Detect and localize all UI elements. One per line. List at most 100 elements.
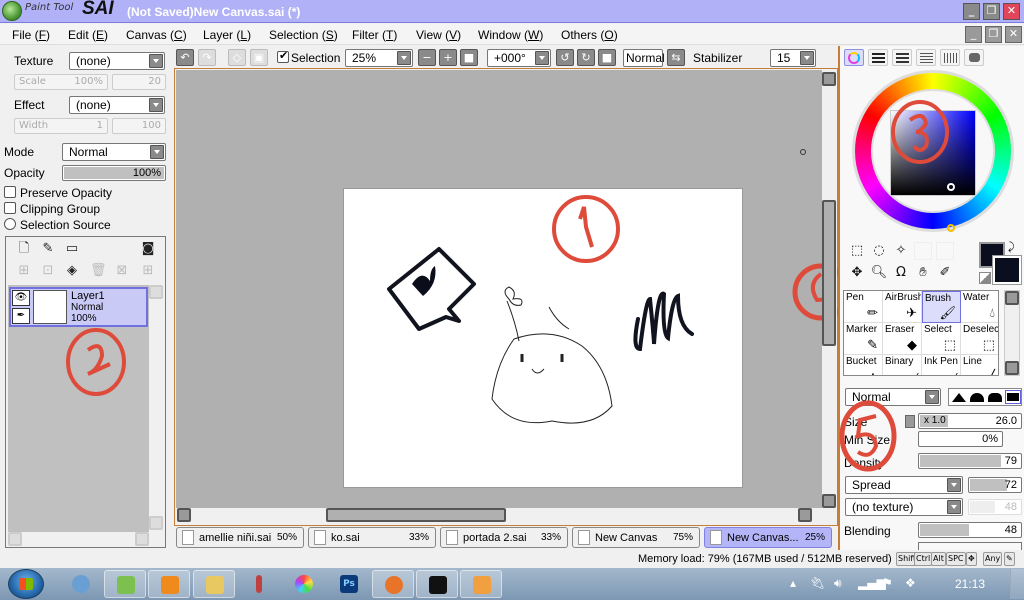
merge-visible-icon[interactable]: ⊞ [140, 263, 156, 279]
texture-strength-slider[interactable]: 48 [968, 499, 1022, 515]
show-hidden-icons[interactable]: ▴ [790, 576, 796, 590]
layer-mode-select[interactable]: Normal [62, 143, 166, 161]
brush-size-slider[interactable]: x 1.0 26.0 [918, 413, 1022, 429]
scroll-left-button[interactable] [8, 532, 22, 546]
tool-bucket[interactable]: Bucket◭ [844, 355, 883, 375]
scratchpad-tab[interactable] [964, 49, 984, 66]
dropbox-icon[interactable]: ❖ [905, 576, 916, 590]
clear-layer-icon[interactable]: ◈ [64, 263, 80, 279]
clock[interactable]: 21:13 [955, 577, 985, 591]
menu-others[interactable]: Others (O) [561, 28, 618, 42]
tool-brush[interactable]: Brush 🖌︎ [922, 291, 961, 323]
brush-shape-sharp-icon[interactable] [952, 393, 966, 402]
close-button[interactable]: ✕ [1003, 3, 1020, 20]
selection-source-radio[interactable] [4, 218, 16, 230]
brush-shape-soft-icon[interactable] [988, 393, 1002, 402]
horizontal-scroll-thumb[interactable] [326, 508, 506, 522]
canvas-horizontal-scrollbar[interactable] [176, 508, 822, 523]
minimize-button[interactable]: _ [963, 3, 980, 20]
menu-file[interactable]: File (F) [12, 28, 50, 42]
view-mode-select[interactable]: Normal [623, 49, 665, 67]
scroll-down-button[interactable] [1005, 361, 1019, 375]
sv-marker[interactable] [947, 183, 955, 191]
menu-canvas[interactable]: Canvas (C) [126, 28, 187, 42]
zoom-select[interactable]: 25% [345, 49, 413, 67]
brush-lock-icon[interactable]: ✒ [12, 308, 30, 324]
tool-marker[interactable]: Marker ✎ [844, 323, 883, 355]
deselect-button[interactable]: ◇ [228, 49, 246, 66]
tool-line[interactable]: Line╱ [961, 355, 998, 375]
swatches-tab[interactable] [940, 49, 960, 66]
magic-wand-icon[interactable]: ✧ [892, 242, 910, 260]
delete-layer-icon[interactable]: 🗑 [90, 263, 107, 279]
layer-opacity-slider[interactable]: 100% [62, 165, 166, 181]
brush-shape-selector[interactable] [948, 388, 1022, 406]
dilution-slider[interactable] [918, 542, 1022, 550]
flip-horizontal-button[interactable]: ⇆ [667, 49, 685, 66]
hsv-slider-tab[interactable] [892, 49, 912, 66]
tool-airbrush[interactable]: AirBrush ✈ [883, 291, 922, 323]
scroll-up-button[interactable] [1005, 291, 1019, 305]
tab-document[interactable]: New Canvas 75% [572, 527, 700, 548]
tool-eraser[interactable]: Eraser ◆ [883, 323, 922, 355]
action-center-icon[interactable]: ⚑ [882, 576, 893, 590]
tab-document[interactable]: ko.sai 33% [308, 527, 436, 548]
canvas-paper[interactable] [343, 188, 743, 488]
tool-ink-pen[interactable]: Ink Pen⁄ [922, 355, 961, 375]
vertical-scroll-thumb[interactable] [822, 200, 836, 346]
layer-vertical-scrollbar[interactable] [149, 285, 164, 530]
clipping-group-checkbox[interactable] [4, 202, 16, 214]
stabilizer-select[interactable]: 15 [770, 49, 816, 67]
density-slider[interactable]: 79 [918, 453, 1022, 469]
reset-colors-icon[interactable] [979, 272, 991, 284]
scroll-left-button[interactable] [177, 508, 191, 522]
tool-deselect[interactable]: Deselect ⬚ [961, 323, 998, 355]
doc-close-button[interactable]: ✕ [1005, 26, 1022, 43]
taskbar-color-app[interactable] [283, 570, 325, 598]
any-key-indicator[interactable]: Any [983, 552, 1003, 566]
brush-texture-select[interactable]: (no texture) [845, 498, 963, 516]
zoom-out-button[interactable]: − [418, 49, 436, 66]
tool-binary[interactable]: Binary⁄ [883, 355, 922, 375]
rgb-slider-tab[interactable] [868, 49, 888, 66]
taskbar-users-icon[interactable] [60, 570, 102, 598]
taskbar-chat-app[interactable] [416, 570, 458, 598]
new-folder-icon[interactable]: ▭ [64, 241, 80, 257]
brush-shape-flat-icon[interactable] [1005, 390, 1021, 404]
pen-pressure-icon[interactable]: ✎ [1004, 552, 1015, 566]
eye-icon[interactable]: 👁 [12, 290, 30, 306]
alt-key-indicator[interactable]: Alt [931, 552, 946, 566]
taskbar-paint-tool-sai[interactable] [104, 570, 146, 598]
menu-edit[interactable]: Edit (E) [68, 28, 108, 42]
hand-icon[interactable]: ✋︎ [914, 264, 932, 282]
copy-down-icon[interactable]: ⊞ [16, 263, 32, 279]
rotation-select[interactable]: +000° [487, 49, 551, 67]
scroll-up-button[interactable] [822, 72, 836, 86]
spread-slider[interactable]: 72 [968, 477, 1022, 493]
restore-button[interactable]: ❐ [983, 3, 1000, 20]
layer-item[interactable]: 👁 ✒ Layer1 Normal 100% [9, 287, 148, 327]
size-multiplier-dropdown[interactable] [905, 415, 915, 428]
rect-select-icon[interactable]: ⬚ [848, 242, 866, 260]
volume-icon[interactable]: 🔊︎ [834, 576, 842, 591]
taskbar-photoshop[interactable]: Ps [328, 570, 370, 598]
invert-selection-button[interactable]: ▣ [250, 49, 268, 66]
move-key-icon[interactable]: ✥ [966, 552, 977, 566]
taskbar-paint-brush-app[interactable] [238, 570, 280, 598]
new-layer-icon[interactable]: 🗋 [16, 241, 32, 257]
redo-button[interactable]: ↷ [198, 49, 216, 66]
menu-layer[interactable]: Layer (L) [203, 28, 251, 42]
secondary-color-swatch[interactable] [992, 255, 1022, 285]
swap-colors-icon[interactable]: ⤸ [1008, 240, 1015, 254]
show-desktop-button[interactable] [1010, 569, 1024, 599]
merge-selection-icon[interactable]: ⊠ [114, 263, 130, 279]
canvas-viewport[interactable] [174, 68, 850, 526]
taskbar-file-explorer[interactable] [193, 570, 235, 598]
rotate-icon[interactable]: Ω [892, 264, 910, 282]
tab-document-active[interactable]: New Canvas... 25% [704, 527, 832, 548]
menu-filter[interactable]: Filter (T) [352, 28, 397, 42]
brush-shape-select[interactable]: Spread [845, 476, 963, 494]
undo-button[interactable]: ↶ [176, 49, 194, 66]
new-linework-layer-icon[interactable]: ✎ [40, 241, 56, 257]
menu-window[interactable]: Window (W) [478, 28, 543, 42]
